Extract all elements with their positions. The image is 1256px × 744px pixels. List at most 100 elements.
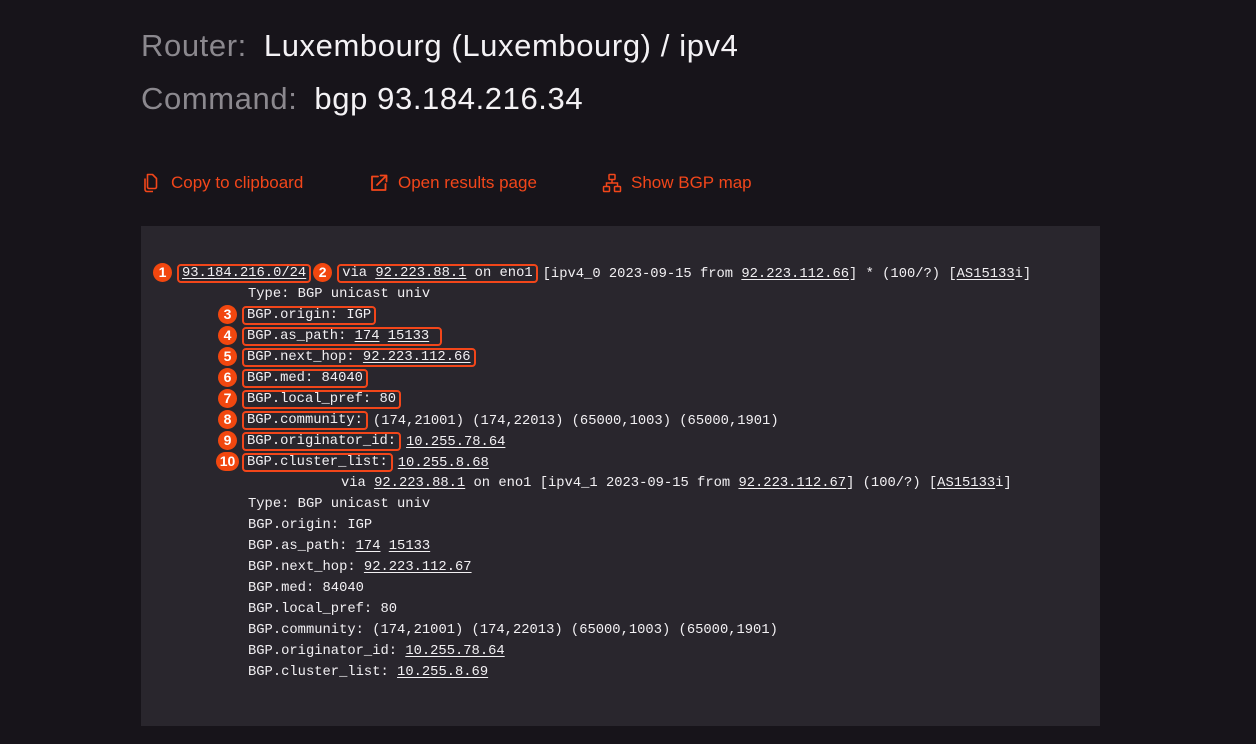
attr-key: BGP.as_path: — [248, 539, 348, 554]
attr-key: BGP.next_hop: — [247, 350, 355, 365]
next-hop-link[interactable]: 92.223.112.67 — [364, 560, 472, 575]
attr-next-hop: BGP.next_hop: 92.223.112.67 — [141, 557, 1100, 578]
as-path-box: BGP.as_path: 174 15133 — [242, 327, 443, 346]
bgp-output-panel: 1 93.184.216.0/24 2 via 92.223.88.1 on eno1… — [141, 226, 1100, 726]
annotation-1: 1 93.184.216.0/24 — [153, 263, 312, 284]
attr-originator-id: 9 BGP.originator_id: 10.255.78.64 — [141, 431, 1100, 452]
open-results-page-label: Open results page — [398, 173, 537, 192]
attr-value: 84040 — [321, 371, 363, 386]
copy-to-clipboard-label: Copy to clipboard — [171, 173, 304, 192]
attr-med: 6 BGP.med: 84040 — [141, 368, 1100, 389]
prefix-link[interactable]: 93.184.216.0/24 — [182, 266, 306, 281]
originator-id-box: BGP.originator_id: — [242, 432, 402, 451]
originator-id-link[interactable]: 10.255.78.64 — [406, 435, 505, 450]
attr-key: BGP.as_path: — [247, 329, 347, 344]
router-value: Luxembourg (Luxembourg) / ipv4 — [263, 28, 739, 63]
annotation-badge: 3 — [218, 305, 237, 324]
cluster-list-link[interactable]: 10.255.8.68 — [398, 456, 489, 471]
open-results-page-link[interactable]: Open results page — [369, 172, 549, 194]
as-path-link[interactable]: 174 — [355, 329, 380, 344]
route-type: Type: BGP unicast univ — [248, 497, 431, 512]
annotation-2: 2 via 92.223.88.1 on eno1 — [313, 263, 538, 284]
annotation-badge: 4 — [218, 326, 237, 345]
show-bgp-map-label: Show BGP map — [631, 173, 752, 192]
attr-as-path: 4 BGP.as_path: 174 15133 — [141, 326, 1100, 347]
as-link[interactable]: AS15133 — [957, 267, 1015, 282]
from-link[interactable]: 92.223.112.67 — [738, 476, 846, 491]
route-meta-mid: ] * (100/?) [ — [849, 267, 957, 283]
attr-value: 80 — [379, 392, 397, 407]
annotation-10: 10 BGP.cluster_list: — [216, 452, 393, 473]
attr-med: BGP.med: 84040 — [141, 578, 1100, 599]
command-value: bgp 93.184.216.34 — [314, 81, 584, 116]
attr-key: BGP.med: — [247, 371, 314, 386]
route-type: Type: BGP unicast univ — [248, 287, 431, 302]
attr-community: 8 BGP.community: (174,21001) (174,22013) (… — [141, 410, 1100, 431]
attr-key: BGP.next_hop: — [248, 560, 356, 575]
attr-key: BGP.med: — [248, 581, 315, 596]
annotation-9: 9 BGP.originator_id: — [218, 431, 402, 452]
local-pref-box: BGP.local_pref: 80 — [242, 390, 402, 409]
attr-originator-id: BGP.originator_id: 10.255.78.64 — [141, 641, 1100, 662]
as-path-link[interactable]: 15133 — [389, 539, 430, 554]
annotation-7: 7 BGP.local_pref: 80 — [218, 389, 402, 410]
show-bgp-map-button[interactable]: Show BGP map — [602, 172, 762, 194]
attr-value: (174,21001) (174,22013) (65000,1003) (65… — [372, 414, 779, 430]
as-path-link[interactable]: 15133 — [388, 329, 429, 344]
bgp-output-text: 1 93.184.216.0/24 2 via 92.223.88.1 on eno1… — [141, 263, 1100, 683]
origin-box: BGP.origin: IGP — [242, 306, 377, 325]
attr-value: 84040 — [322, 581, 364, 596]
annotation-badge: 8 — [218, 410, 237, 429]
route-line: via 92.223.88.1 on eno1 [ipv4_1 2023-09-… — [141, 473, 1100, 494]
attr-key: BGP.community: — [247, 413, 363, 428]
next-hop-box: BGP.next_hop: 92.223.112.66 — [242, 348, 476, 367]
originator-id-link[interactable]: 10.255.78.64 — [405, 644, 504, 659]
annotation-badge: 7 — [218, 389, 237, 408]
prefix-box: 93.184.216.0/24 — [177, 264, 312, 283]
annotation-3: 3 BGP.origin: IGP — [218, 305, 377, 326]
community-box: BGP.community: — [242, 411, 368, 430]
copy-to-clipboard-button[interactable]: Copy to clipboard — [141, 172, 316, 194]
as-link[interactable]: AS15133 — [937, 476, 995, 491]
med-box: BGP.med: 84040 — [242, 369, 368, 388]
attr-value: 80 — [380, 602, 398, 617]
attr-value: IGP — [346, 308, 372, 323]
attr-as-path: BGP.as_path: 174 15133 — [141, 536, 1100, 557]
annotation-badge: 9 — [218, 431, 237, 450]
gateway-link[interactable]: 92.223.88.1 — [374, 476, 465, 491]
via-box: via 92.223.88.1 on eno1 — [337, 264, 538, 283]
annotation-badge: 2 — [313, 263, 333, 282]
route-meta-end: i] — [995, 476, 1012, 491]
cluster-list-link[interactable]: 10.255.8.69 — [397, 665, 488, 680]
next-hop-link[interactable]: 92.223.112.66 — [363, 350, 471, 365]
as-path-link[interactable]: 174 — [356, 539, 381, 554]
router-label: Router: — [141, 28, 247, 63]
attr-key: BGP.community: — [248, 623, 364, 638]
command-label: Command: — [141, 81, 298, 116]
attr-cluster-list: BGP.cluster_list: 10.255.8.69 — [141, 662, 1100, 683]
route-meta: [ipv4_0 2023-09-15 from — [542, 267, 742, 283]
attr-key: BGP.originator_id: — [247, 434, 397, 449]
via-prefix: via — [341, 476, 375, 491]
attr-next-hop: 5 BGP.next_hop: 92.223.112.66 — [141, 347, 1100, 368]
command-row: Command: bgp 93.184.216.34 — [141, 72, 583, 125]
router-row: Router: Luxembourg (Luxembourg) / ipv4 — [141, 19, 739, 72]
attr-key: BGP.cluster_list: — [248, 665, 389, 680]
attr-community: BGP.community: (174,21001) (174,22013) (… — [141, 620, 1100, 641]
attr-local-pref: BGP.local_pref: 80 — [141, 599, 1100, 620]
copy-icon — [141, 173, 161, 193]
from-link[interactable]: 92.223.112.66 — [741, 267, 849, 282]
annotation-4: 4 BGP.as_path: 174 15133 — [218, 326, 443, 347]
annotation-badge: 5 — [218, 347, 237, 366]
via-interface: on eno1 — [465, 476, 532, 491]
route-meta: [ipv4_1 2023-09-15 from — [539, 476, 739, 491]
cluster-list-box: BGP.cluster_list: — [242, 453, 393, 472]
attr-key: BGP.originator_id: — [248, 644, 398, 659]
attr-origin: 3 BGP.origin: IGP — [141, 305, 1100, 326]
annotation-badge: 6 — [218, 368, 237, 387]
via-interface: on eno1 — [466, 266, 533, 281]
gateway-link[interactable]: 92.223.88.1 — [375, 266, 466, 281]
attr-local-pref: 7 BGP.local_pref: 80 — [141, 389, 1100, 410]
attr-cluster-list: 10 BGP.cluster_list: 10.255.8.68 — [141, 452, 1100, 473]
via-prefix: via — [342, 266, 376, 281]
